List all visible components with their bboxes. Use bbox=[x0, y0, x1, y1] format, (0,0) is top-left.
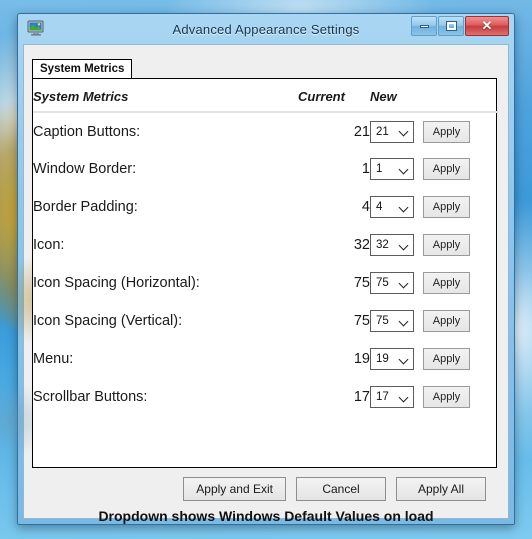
chevron-down-icon bbox=[400, 203, 409, 212]
tab-system-metrics[interactable]: System Metrics bbox=[32, 59, 133, 78]
dropdown-selected-value: 21 bbox=[376, 125, 389, 138]
metric-label: Border Padding: bbox=[33, 199, 138, 215]
metric-label: Window Border: bbox=[33, 161, 137, 177]
new-value-controls: 75 Apply bbox=[370, 310, 498, 332]
maximize-button[interactable] bbox=[438, 16, 464, 36]
metric-current-value: 1 bbox=[361, 161, 370, 177]
metric-label: Icon Spacing (Vertical): bbox=[33, 313, 183, 329]
cancel-button[interactable]: Cancel bbox=[296, 477, 386, 501]
new-value-dropdown[interactable]: 75 bbox=[370, 310, 414, 332]
metric-current-value: 19 bbox=[353, 351, 370, 367]
new-value-controls: 4 Apply bbox=[370, 196, 498, 218]
close-button[interactable]: ✕ bbox=[465, 16, 509, 36]
new-value-dropdown[interactable]: 32 bbox=[370, 234, 414, 256]
system-metrics-table: System Metrics Current New Caption Butto… bbox=[33, 79, 498, 416]
metric-new-cell: 21 Apply bbox=[370, 112, 498, 150]
metric-new-cell: 17 Apply bbox=[370, 378, 498, 416]
chevron-down-icon bbox=[400, 279, 409, 288]
metric-current-value: 75 bbox=[353, 275, 370, 291]
dropdown-selected-value: 75 bbox=[376, 315, 389, 327]
metric-label: Scrollbar Buttons: bbox=[33, 389, 148, 405]
dropdown-selected-value: 19 bbox=[376, 353, 389, 365]
maximize-icon bbox=[445, 21, 457, 31]
new-value-dropdown[interactable]: 75 bbox=[370, 272, 414, 294]
table-row: Icon: 32 32 Apply bbox=[33, 226, 498, 264]
metric-new-cell: 75 Apply bbox=[370, 302, 498, 340]
new-value-controls: 21 Apply bbox=[370, 120, 498, 143]
metric-label: Menu: bbox=[33, 351, 74, 367]
window-controls: ✕ bbox=[411, 16, 509, 36]
apply-button[interactable]: Apply bbox=[423, 234, 470, 256]
metric-new-cell: 32 Apply bbox=[370, 226, 498, 264]
column-header-metric: System Metrics bbox=[33, 79, 298, 113]
chevron-down-icon bbox=[400, 317, 409, 326]
table-row: Caption Buttons: 21 21 Apply bbox=[33, 112, 498, 150]
table-body: Caption Buttons: 21 21 Apply Window Border: 1… bbox=[33, 112, 498, 416]
new-value-controls: 75 Apply bbox=[370, 272, 498, 294]
new-value-dropdown[interactable]: 4 bbox=[370, 196, 414, 218]
metric-label: Caption Buttons: bbox=[33, 123, 141, 140]
new-value-controls: 19 Apply bbox=[370, 348, 498, 370]
apply-all-button[interactable]: Apply All bbox=[396, 477, 486, 501]
column-header-current: Current bbox=[298, 79, 370, 113]
table-row: Window Border: 1 1 Apply bbox=[33, 150, 498, 188]
chevron-down-icon bbox=[400, 393, 409, 402]
apply-button[interactable]: Apply bbox=[423, 310, 470, 332]
metric-current-value: 75 bbox=[353, 313, 370, 329]
apply-button[interactable]: Apply bbox=[423, 386, 470, 408]
chevron-down-icon bbox=[400, 241, 409, 250]
chevron-down-icon bbox=[400, 165, 409, 174]
new-value-dropdown[interactable]: 17 bbox=[370, 386, 414, 408]
new-value-dropdown[interactable]: 1 bbox=[370, 158, 414, 180]
apply-button[interactable]: Apply bbox=[423, 272, 470, 294]
metric-new-cell: 1 Apply bbox=[370, 150, 498, 188]
title-bar[interactable]: Advanced Appearance Settings ✕ bbox=[23, 14, 509, 44]
new-value-controls: 17 Apply bbox=[370, 386, 498, 408]
apply-and-exit-button[interactable]: Apply and Exit bbox=[183, 477, 286, 501]
table-row: Icon Spacing (Vertical): 75 75 Apply bbox=[33, 302, 498, 340]
display-monitor-icon bbox=[27, 20, 45, 36]
metric-current-value: 32 bbox=[353, 237, 370, 253]
dropdown-selected-value: 4 bbox=[376, 201, 383, 213]
metric-label: Icon Spacing (Horizontal): bbox=[33, 275, 200, 291]
chevron-down-icon bbox=[400, 355, 409, 364]
metric-current-value: 17 bbox=[353, 389, 370, 405]
desktop-background: Advanced Appearance Settings ✕ System Me… bbox=[0, 0, 532, 539]
system-metrics-panel: System Metrics Current New Caption Butto… bbox=[32, 78, 498, 468]
table-header-row: System Metrics Current New bbox=[33, 79, 498, 113]
new-value-dropdown[interactable]: 21 bbox=[370, 120, 414, 143]
metric-new-cell: 4 Apply bbox=[370, 188, 498, 226]
dialog-client-area: System Metrics System Metrics Current Ne… bbox=[23, 44, 509, 524]
dropdown-selected-value: 32 bbox=[376, 239, 389, 251]
dropdown-selected-value: 17 bbox=[376, 391, 389, 403]
metric-new-cell: 75 Apply bbox=[370, 264, 498, 302]
metric-current-value: 21 bbox=[353, 123, 370, 140]
table-header: System Metrics Current New bbox=[33, 79, 498, 113]
new-value-dropdown[interactable]: 19 bbox=[370, 348, 414, 370]
dropdown-selected-value: 75 bbox=[376, 277, 389, 289]
apply-button[interactable]: Apply bbox=[423, 158, 470, 180]
minimize-icon bbox=[419, 24, 429, 28]
apply-button[interactable]: Apply bbox=[423, 348, 470, 370]
chevron-down-icon bbox=[400, 127, 409, 136]
dialog-button-bar: Apply and Exit Cancel Apply All bbox=[183, 477, 486, 501]
close-icon: ✕ bbox=[481, 18, 493, 33]
tab-strip: System Metrics bbox=[32, 59, 133, 79]
dropdown-selected-value: 1 bbox=[376, 163, 383, 175]
table-row: Scrollbar Buttons: 17 17 Apply bbox=[33, 378, 498, 416]
table-row: Icon Spacing (Horizontal): 75 75 Apply bbox=[33, 264, 498, 302]
metric-label: Icon: bbox=[33, 237, 65, 253]
minimize-button[interactable] bbox=[411, 16, 437, 36]
metric-current-value: 4 bbox=[361, 199, 370, 215]
application-window: Advanced Appearance Settings ✕ System Me… bbox=[17, 13, 515, 525]
apply-button[interactable]: Apply bbox=[423, 120, 470, 143]
new-value-controls: 32 Apply bbox=[370, 234, 498, 256]
column-header-new: New bbox=[370, 79, 498, 113]
apply-button[interactable]: Apply bbox=[423, 196, 470, 218]
new-value-controls: 1 Apply bbox=[370, 158, 498, 180]
table-row: Menu: 19 19 Apply bbox=[33, 340, 498, 378]
table-row: Border Padding: 4 4 Apply bbox=[33, 188, 498, 226]
footer-note: Dropdown shows Windows Default Values on… bbox=[98, 508, 434, 524]
metric-new-cell: 19 Apply bbox=[370, 340, 498, 378]
